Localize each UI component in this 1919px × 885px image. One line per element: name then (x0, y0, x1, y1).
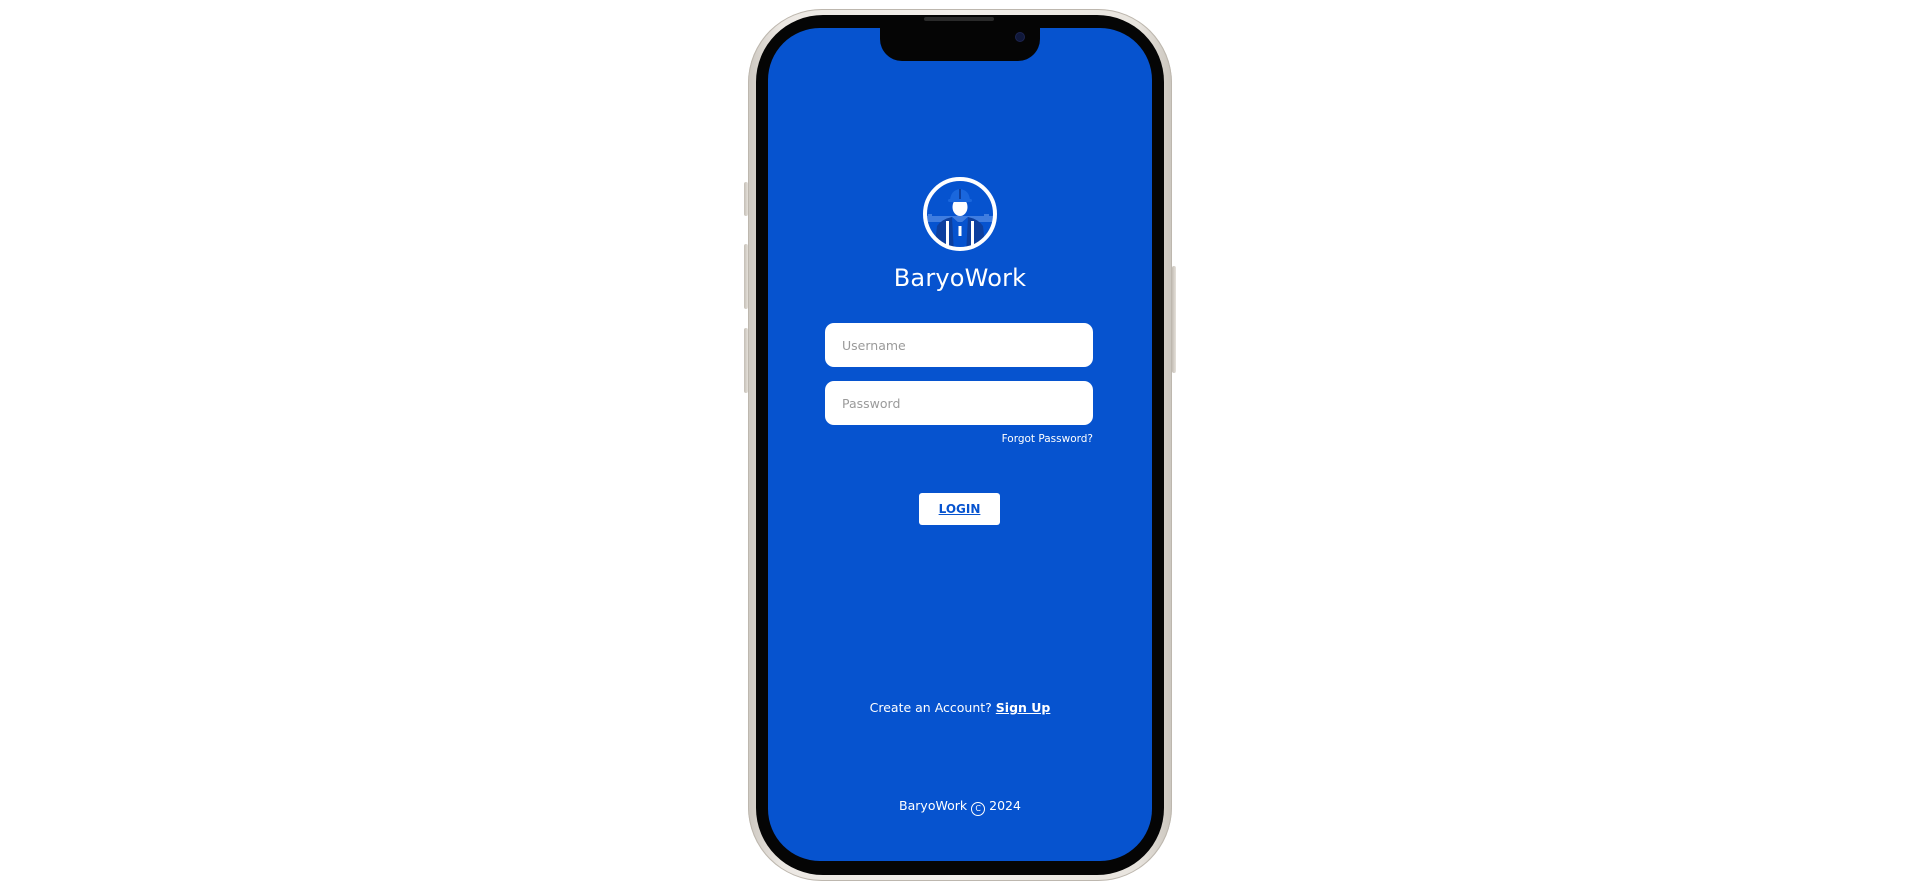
copyright-icon: C (971, 802, 986, 816)
username-input[interactable] (825, 323, 1093, 367)
app-title: BaryoWork (893, 264, 1027, 292)
mute-switch (744, 182, 748, 216)
footer-year: 2024 (989, 798, 1021, 813)
earpiece-speaker (924, 17, 994, 21)
power-button (1172, 266, 1176, 373)
signup-link[interactable]: Sign Up (996, 700, 1051, 715)
app-screen: BaryoWork Forgot Password? LOGIN Create … (768, 28, 1152, 861)
volume-up-button (744, 244, 748, 309)
stage: BaryoWork Forgot Password? LOGIN Create … (0, 0, 1919, 885)
front-camera (1016, 33, 1024, 41)
signup-prompt: Create an Account? (869, 700, 992, 715)
footer: BaryoWork C 2024 (768, 798, 1152, 816)
login-button[interactable]: LOGIN (919, 493, 1000, 525)
volume-down-button (744, 328, 748, 393)
signup-row: Create an Account? Sign Up (768, 700, 1152, 715)
password-input[interactable] (825, 381, 1093, 425)
notch (880, 28, 1040, 61)
footer-brand: BaryoWork (899, 798, 968, 813)
forgot-password-link[interactable]: Forgot Password? (1002, 433, 1093, 445)
worker-helmet-logo-icon (923, 177, 997, 251)
